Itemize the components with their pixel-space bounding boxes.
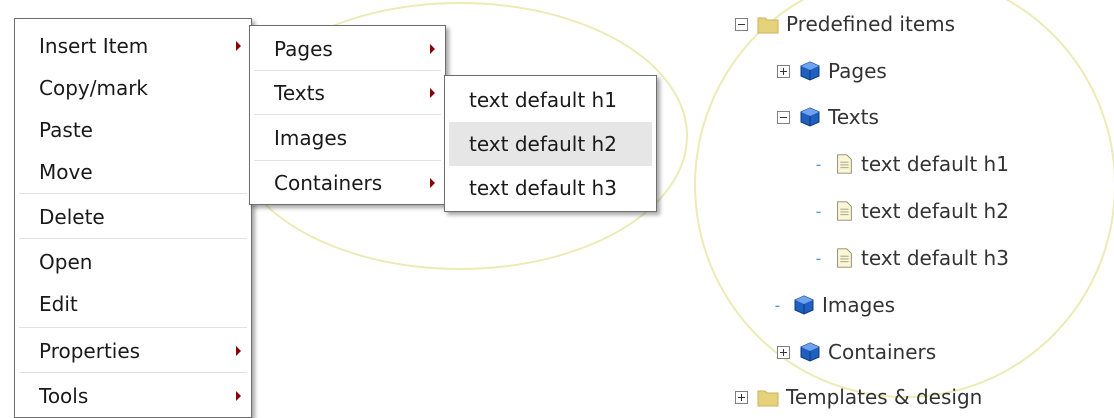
document-icon [837,154,852,174]
expand-toggle-icon[interactable] [735,390,748,404]
cube-icon [800,61,820,81]
tree-node-label: Texts [828,105,879,129]
tree-view: Predefined items Pages Texts - text defa… [0,0,1114,414]
tree-node-label: text default h2 [861,199,1009,223]
folder-icon [757,17,779,34]
collapse-toggle-icon[interactable] [735,17,748,31]
tree-node-label: text default h1 [861,152,1009,176]
tree-node-label: text default h3 [861,246,1009,270]
tree-node-text-default-h2[interactable]: - text default h2 [812,197,1009,225]
expand-toggle-icon[interactable] [777,64,790,78]
tree-node-label: Templates & design [786,385,983,409]
tree-node-predefined-items[interactable]: Predefined items [735,10,955,38]
tree-node-text-default-h3[interactable]: - text default h3 [812,244,1009,272]
tree-node-label: Containers [828,340,937,364]
tree-connector: - [815,201,822,221]
tree-node-images[interactable]: - Images [771,291,895,319]
tree-node-containers[interactable]: Containers [777,338,936,366]
tree-node-templates-design[interactable]: Templates & design [735,383,982,411]
tree-node-pages[interactable]: Pages [777,57,887,85]
document-icon [837,201,852,221]
tree-connector: - [774,295,781,315]
document-icon [837,248,852,268]
tree-node-texts[interactable]: Texts [777,103,879,131]
expand-toggle-icon[interactable] [777,345,790,359]
cube-icon [800,107,820,127]
tree-node-label: Predefined items [786,12,956,36]
cube-icon [800,342,820,362]
tree-node-label: Pages [828,59,887,83]
tree-connector: - [815,154,822,174]
cube-icon [794,295,814,315]
folder-icon [757,390,779,407]
tree-connector: - [815,248,822,268]
collapse-toggle-icon[interactable] [777,110,790,124]
tree-node-text-default-h1[interactable]: - text default h1 [812,150,1009,178]
tree-node-label: Images [822,293,896,317]
